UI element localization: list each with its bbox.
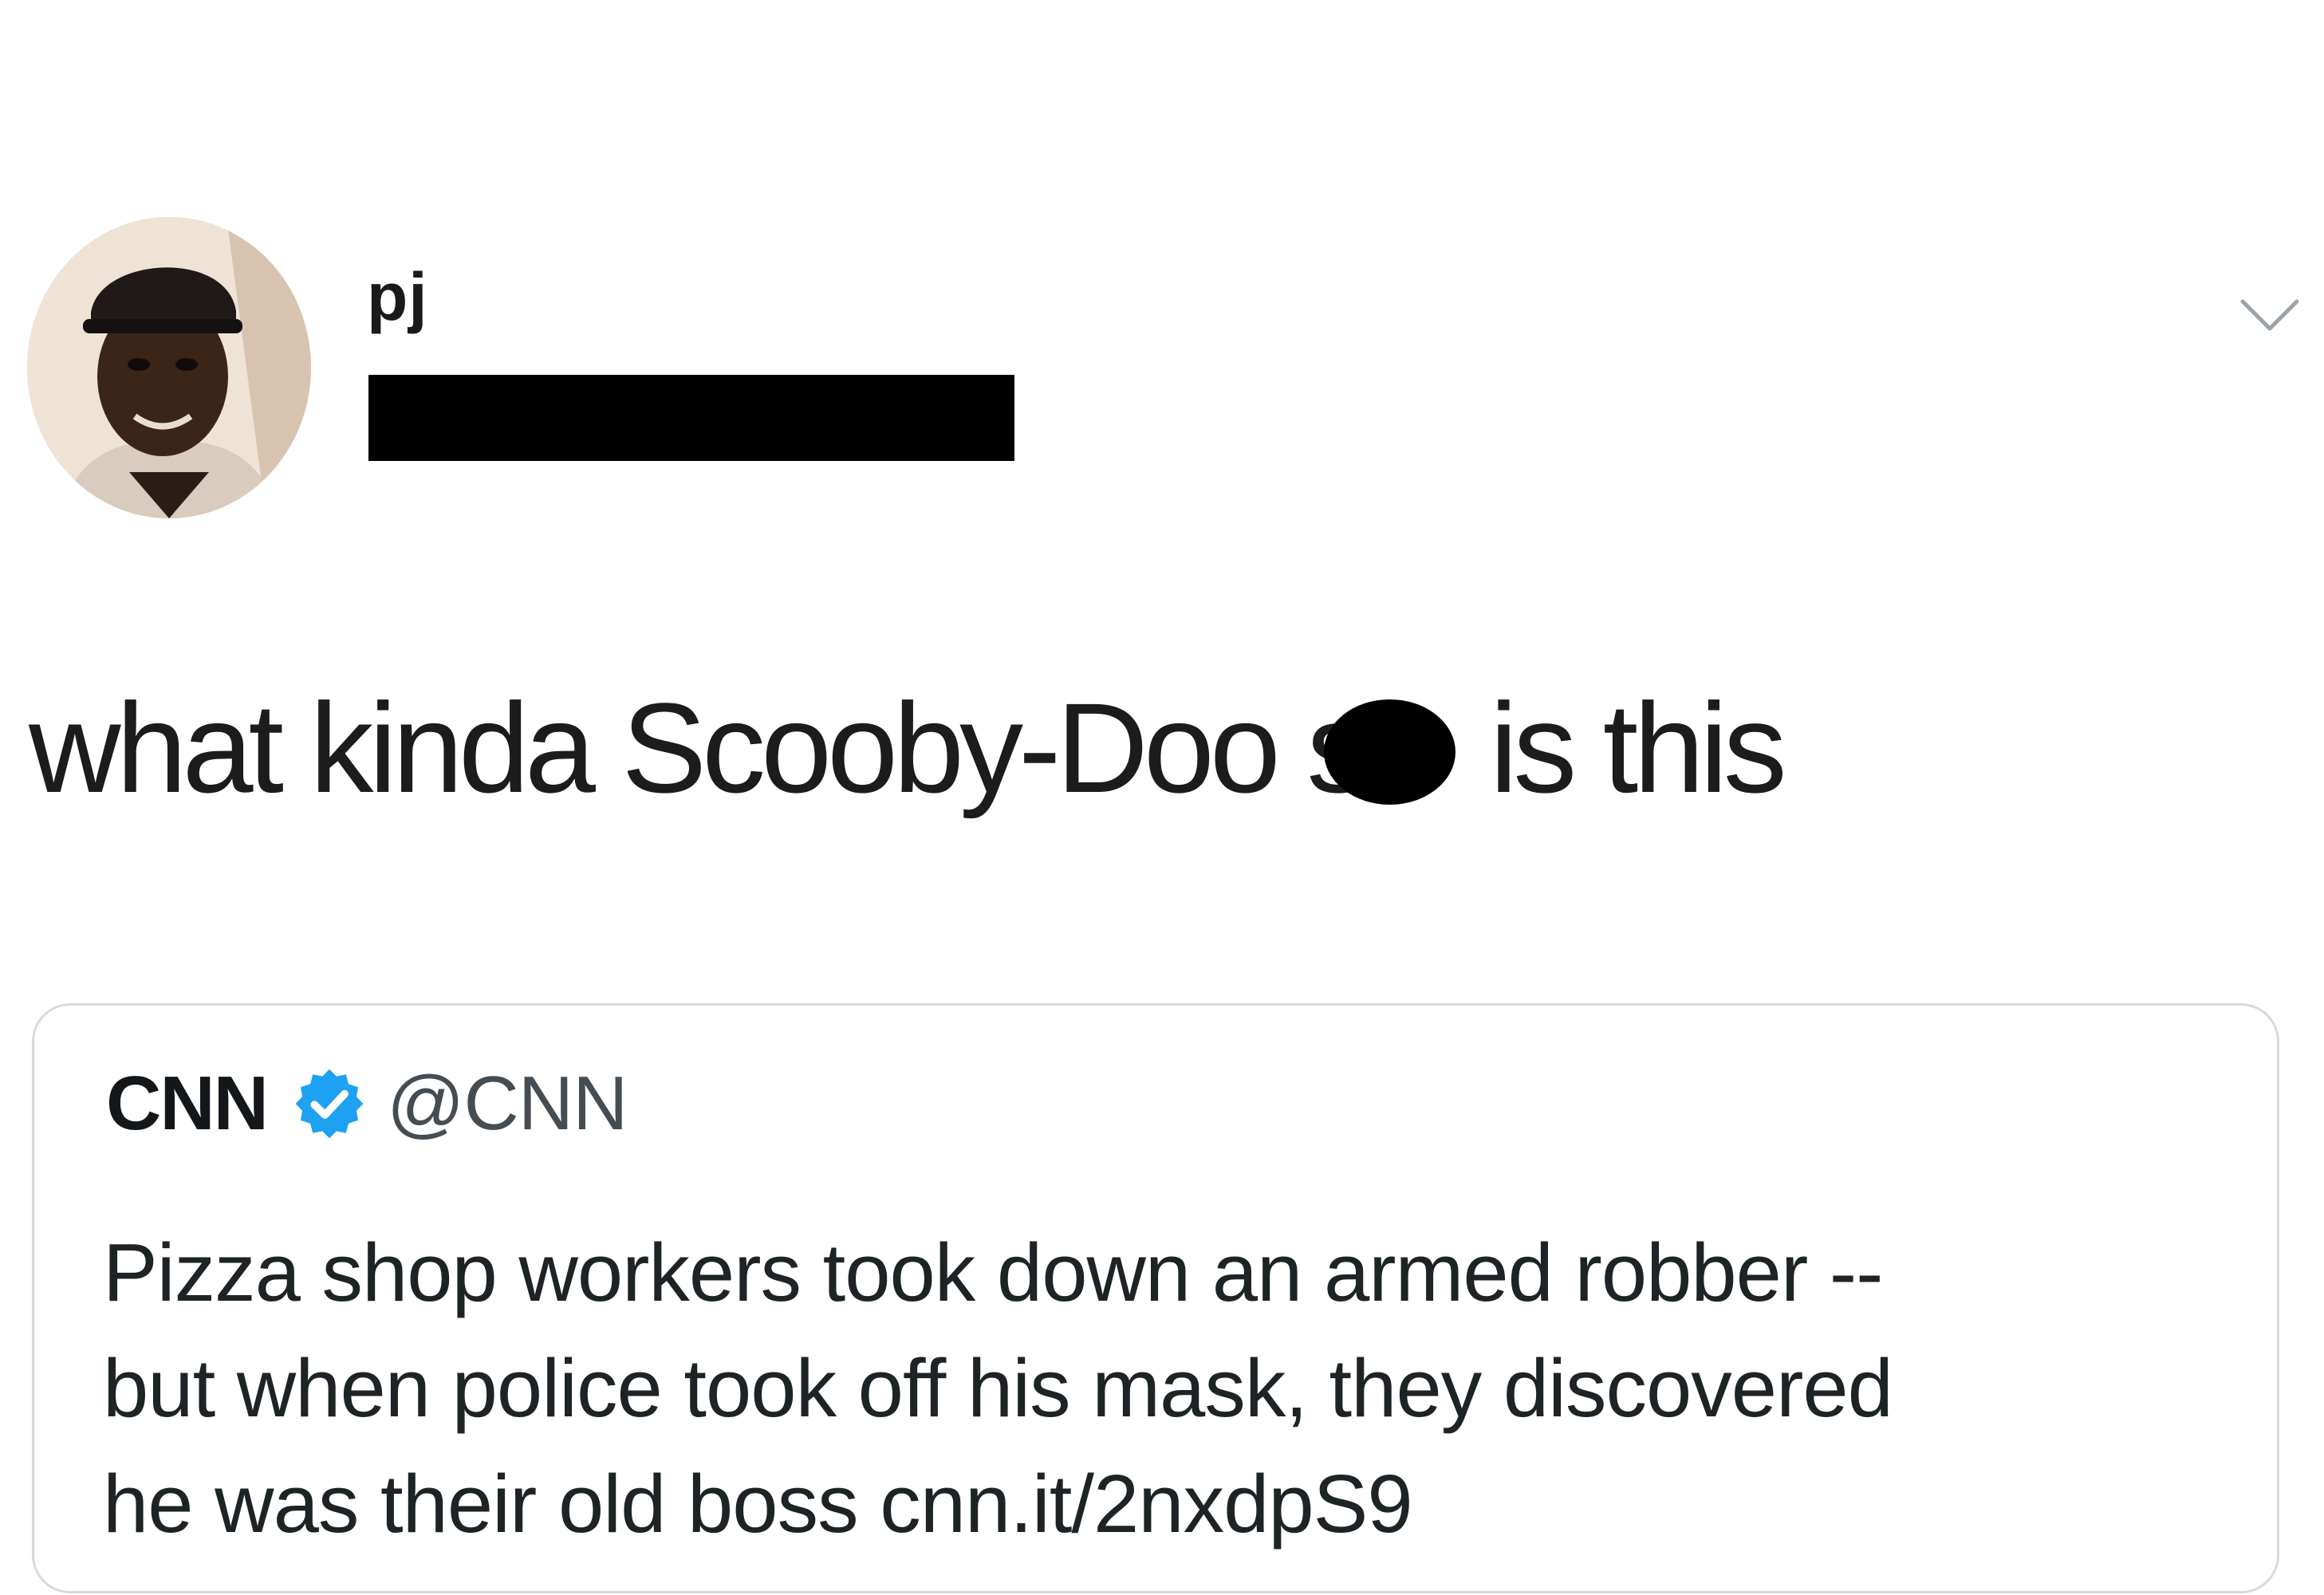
- chevron-down-icon-svg: [2240, 299, 2299, 331]
- avatar-photo: [27, 217, 311, 518]
- quote-body-line: he was their old boss cnn.it/2nxdpS9: [103, 1458, 1413, 1550]
- tweet: pj what kinda Scooby-Doo s is this CNN @…: [0, 0, 2324, 1595]
- avatar[interactable]: [27, 217, 311, 518]
- quote-author-handle[interactable]: @CNN: [387, 1065, 628, 1142]
- word-redaction: [1324, 699, 1456, 805]
- verified-badge-icon-svg: [295, 1069, 364, 1139]
- display-name[interactable]: pj: [367, 263, 428, 330]
- quote-body: Pizza shop workers took down an armed ro…: [103, 1215, 2256, 1562]
- quote-author-name[interactable]: CNN: [106, 1065, 269, 1142]
- handle-redaction: [368, 375, 1014, 461]
- quote-body-line: but when police took off his mask, they …: [103, 1342, 1893, 1434]
- chevron-down-icon[interactable]: [2238, 295, 2302, 337]
- tweet-text-before: what kinda Scooby-Doo s: [29, 676, 1370, 819]
- tweet-text: what kinda Scooby-Doo s is this: [29, 684, 1787, 812]
- tweet-text-after: is this: [1459, 676, 1787, 819]
- quote-body-line: Pizza shop workers took down an armed ro…: [103, 1227, 1883, 1318]
- quoted-tweet-card[interactable]: CNN @CNN Pizza shop workers took down an…: [32, 1003, 2279, 1593]
- verified-badge-icon: [291, 1065, 368, 1142]
- quote-header: CNN @CNN: [106, 1065, 628, 1142]
